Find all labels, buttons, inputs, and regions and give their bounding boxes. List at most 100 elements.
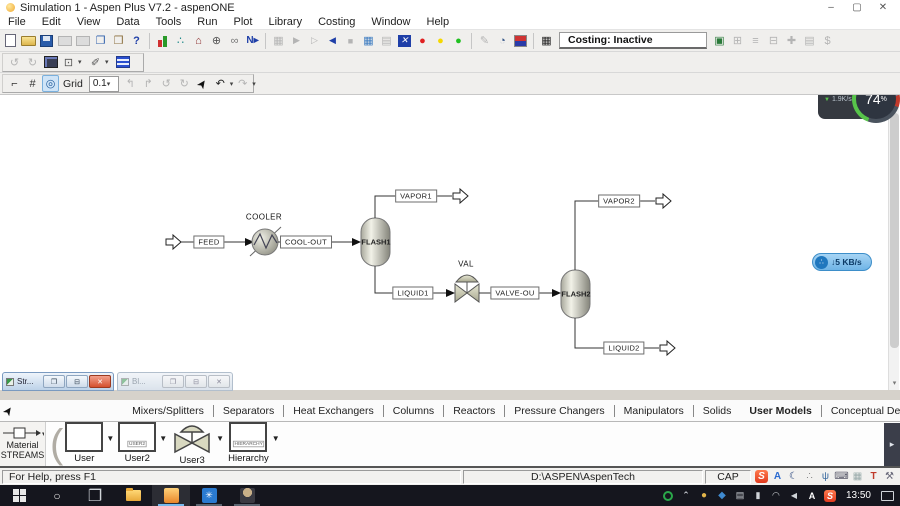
wifi-icon[interactable]: ◠	[770, 490, 782, 502]
plot-wizard-icon[interactable]	[154, 32, 171, 49]
canvas-vertical-scrollbar[interactable]: ▾	[888, 95, 899, 390]
menu-tools[interactable]: Tools	[148, 16, 190, 28]
next-input-icon[interactable]: N▸	[244, 32, 261, 49]
library-select-pointer-icon[interactable]: ➤	[0, 402, 17, 420]
home-icon[interactable]: ⌂	[190, 32, 207, 49]
tab-user-models[interactable]: User Models	[740, 405, 820, 417]
rotate-left-icon[interactable]: ↺	[6, 54, 23, 71]
menu-file[interactable]: File	[0, 16, 34, 28]
control-panel-icon[interactable]: ✕	[396, 32, 413, 49]
corner-tool-icon[interactable]: ⌐	[6, 75, 23, 92]
print-preview-icon[interactable]	[74, 32, 91, 49]
mdi-minimize-icon[interactable]: ⊟	[66, 375, 88, 388]
stream-label-liquid2[interactable]: LIQUID2	[603, 341, 645, 355]
render-mode-icon[interactable]	[42, 54, 59, 71]
costing-status-field[interactable]: Costing: Inactive	[559, 32, 707, 49]
input-language-icon[interactable]: A	[771, 470, 784, 483]
block-label-flash1[interactable]: FLASH1	[361, 238, 390, 247]
aspen-logo-icon[interactable]	[512, 32, 529, 49]
open-icon[interactable]	[20, 32, 37, 49]
route-up-icon[interactable]: ↰	[122, 75, 139, 92]
palette-scroll-right-icon[interactable]: ▸	[884, 423, 900, 466]
reinitialize-icon[interactable]: ◀	[324, 32, 341, 49]
grid-size-caret-icon[interactable]: ▾	[107, 80, 115, 88]
sogou-tray-icon[interactable]: S	[823, 489, 836, 502]
taskbar-app-aspen[interactable]: ✳	[190, 485, 228, 506]
keyboard-icon[interactable]: ⌨	[834, 470, 848, 483]
scrollbar-down-arrow-icon[interactable]: ▾	[889, 377, 900, 389]
menu-data[interactable]: Data	[108, 16, 147, 28]
sogou-logo-icon[interactable]: S	[755, 470, 768, 483]
user-model-icon[interactable]	[65, 422, 104, 452]
download-rate-badge[interactable]: ∴ ↓5 KB/s	[812, 253, 872, 271]
help-pointer-icon[interactable]: ?	[128, 32, 145, 49]
mdi-restore-icon[interactable]: ❐	[43, 375, 65, 388]
vapor1-outlet-arrow[interactable]	[452, 187, 469, 205]
model-hierarchy[interactable]: HIERARCHY Hierarchy ▼	[228, 422, 282, 464]
menu-help[interactable]: Help	[419, 16, 458, 28]
save-icon[interactable]	[38, 32, 55, 49]
notification-center-icon[interactable]	[881, 490, 894, 501]
hierarchy-model-icon[interactable]: HIERARCHY	[229, 422, 268, 452]
tab-manipulators[interactable]: Manipulators	[615, 405, 693, 417]
tab-solids[interactable]: Solids	[694, 405, 741, 417]
costing-report-icon[interactable]: ▤	[801, 32, 818, 49]
print-icon[interactable]	[56, 32, 73, 49]
tab-pressure-changers[interactable]: Pressure Changers	[505, 405, 613, 417]
tab-columns[interactable]: Columns	[384, 405, 443, 417]
data-browser-icon[interactable]: ▦	[270, 32, 287, 49]
user2-model-icon[interactable]: USER2	[118, 422, 157, 452]
redo-icon[interactable]: ↷	[234, 75, 251, 92]
stream-label-coolout[interactable]: COOL-OUT	[280, 235, 332, 249]
stream-label-liquid1[interactable]: LIQUID1	[392, 286, 434, 300]
tab-mixers-splitters[interactable]: Mixers/Splitters	[123, 405, 213, 417]
grid-lines-icon[interactable]: #	[24, 75, 41, 92]
zoom-icon[interactable]: ⊕	[208, 32, 225, 49]
file-explorer-button[interactable]	[114, 485, 152, 506]
snap-to-grid-icon[interactable]: ◎	[42, 75, 59, 92]
menu-view[interactable]: View	[69, 16, 109, 28]
start-button[interactable]	[0, 485, 38, 506]
block-label-val[interactable]: VAL	[458, 260, 474, 269]
menu-edit[interactable]: Edit	[34, 16, 69, 28]
grid-size-select[interactable]: 0.1 ▾	[88, 75, 119, 92]
user3-valve-icon[interactable]	[171, 422, 213, 454]
menu-costing[interactable]: Costing	[310, 16, 363, 28]
stream-label-vapor1[interactable]: VAPOR1	[395, 189, 437, 203]
redo-caret-icon[interactable]: ▾	[252, 80, 256, 88]
view-glasses-icon[interactable]: ∞	[226, 32, 243, 49]
new-icon[interactable]	[2, 32, 19, 49]
close-button[interactable]: ✕	[870, 1, 896, 14]
tab-conceptual-design[interactable]: Conceptual Design	[822, 405, 900, 417]
feed-inlet-arrow[interactable]	[165, 233, 182, 251]
grid-toggle-icon[interactable]: ▦	[538, 32, 555, 49]
minimized-window-streams[interactable]: Str... ❐ ⊟ ✕	[2, 372, 114, 391]
rotate-right-icon[interactable]: ↻	[24, 54, 41, 71]
costing-align-icon[interactable]: ≡	[747, 32, 764, 49]
tab-heat-exchangers[interactable]: Heat Exchangers	[284, 405, 383, 417]
valve-block[interactable]	[454, 274, 480, 303]
tray-app1-icon[interactable]: ●	[698, 490, 710, 502]
display-icon[interactable]: ▤	[734, 490, 746, 502]
annotation-icon[interactable]: ✎	[476, 32, 493, 49]
costing-add-icon[interactable]: ✚	[783, 32, 800, 49]
user-dropdown-icon[interactable]: ▼	[106, 434, 114, 443]
cooler-block[interactable]	[249, 226, 282, 257]
hidden-icons-chevron-icon[interactable]: ⌃	[680, 490, 692, 502]
menu-library[interactable]: Library	[260, 16, 310, 28]
stop-icon[interactable]: ■	[342, 32, 359, 49]
battery-icon[interactable]: ▮	[752, 490, 764, 502]
user2-dropdown-icon[interactable]: ▼	[159, 434, 167, 443]
menu-plot[interactable]: Plot	[225, 16, 260, 28]
stream-vapor2-line[interactable]	[574, 200, 655, 270]
copy-icon[interactable]: ❐	[92, 32, 109, 49]
skin-icon[interactable]: T	[867, 470, 880, 483]
reroute-icon[interactable]: ↺	[158, 75, 175, 92]
handwriting-icon[interactable]: ▦	[851, 470, 864, 483]
material-streams-selector[interactable]: ▾ Material STREAMS	[0, 422, 46, 466]
results-table-icon[interactable]: ▦	[360, 32, 377, 49]
search-button[interactable]: ○	[38, 485, 76, 506]
reroute-all-icon[interactable]: ↻	[176, 75, 193, 92]
timer-icon[interactable]: ◔	[494, 32, 511, 49]
route-down-icon[interactable]: ↱	[140, 75, 157, 92]
